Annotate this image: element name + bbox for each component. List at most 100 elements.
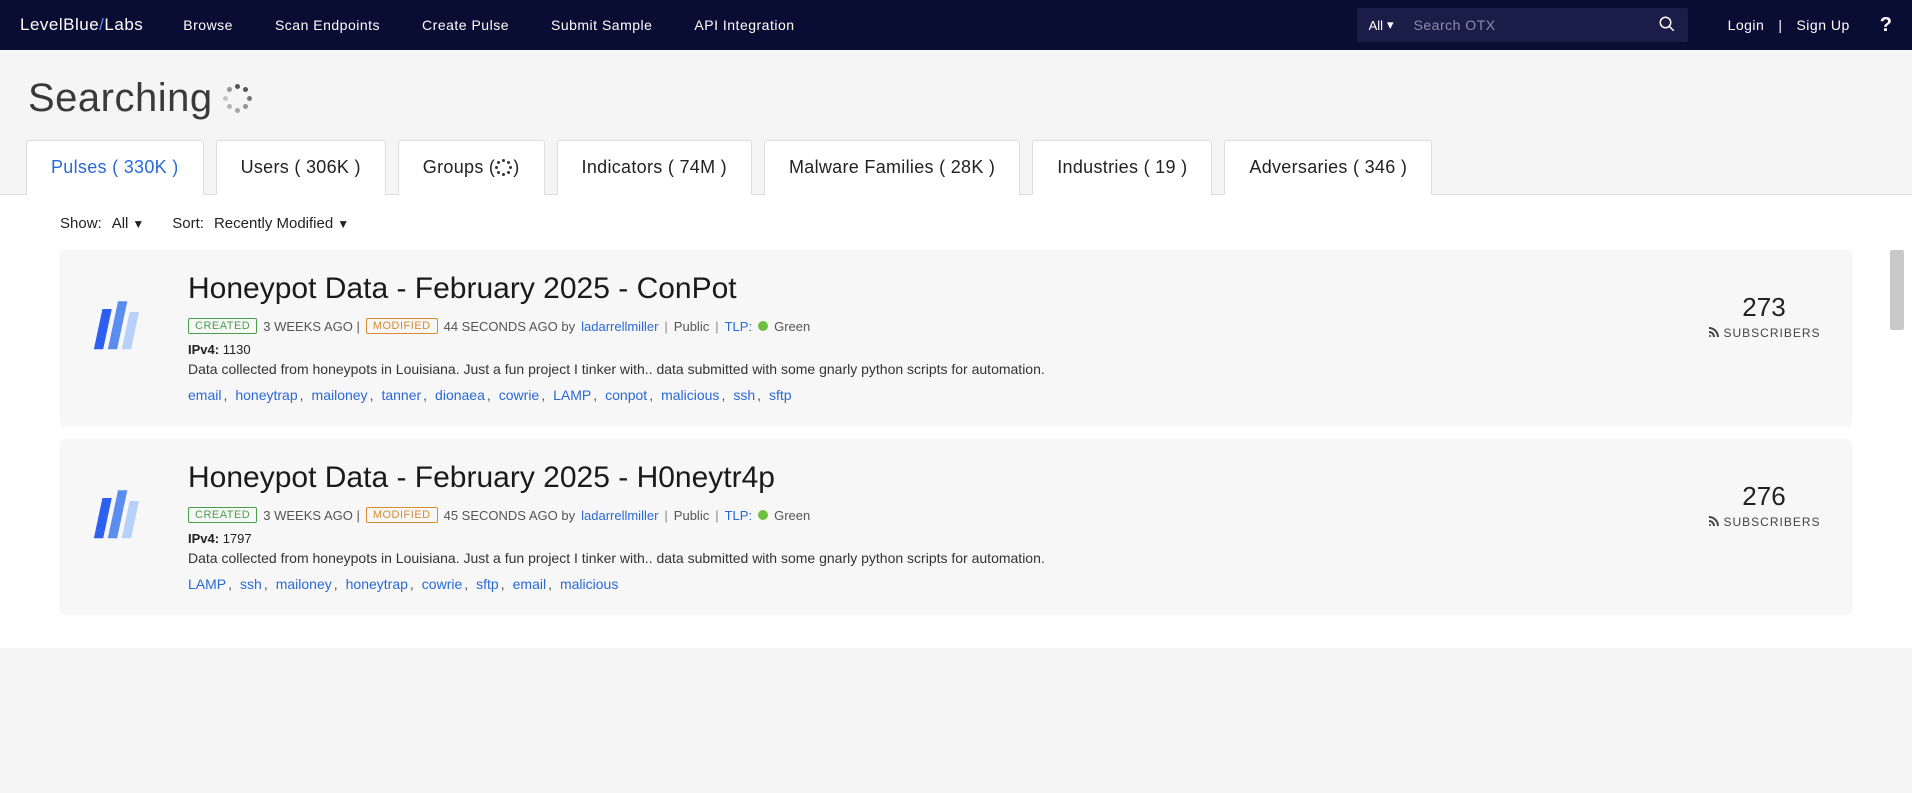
tag-list: LAMP, ssh, mailoney, honeytrap, cowrie, … — [188, 576, 1676, 592]
tab-groups[interactable]: Groups () — [398, 140, 545, 195]
modified-badge: MODIFIED — [366, 507, 438, 523]
subscriber-count: 276 — [1704, 481, 1824, 512]
tlp-label[interactable]: TLP: — [725, 508, 752, 523]
tag-separator: , — [548, 576, 552, 592]
tag-separator: , — [334, 576, 338, 592]
chevron-down-icon: ▼ — [337, 217, 349, 231]
subscriber-label[interactable]: SUBSCRIBERS — [1704, 325, 1824, 340]
auth-links: Login | Sign Up — [1728, 17, 1850, 33]
sort-label: Sort: — [172, 215, 204, 232]
auth-separator: | — [1778, 17, 1782, 33]
tag-separator: , — [593, 387, 597, 403]
tag-link[interactable]: email — [188, 387, 221, 403]
tag-link[interactable]: tanner — [381, 387, 421, 403]
tab-users[interactable]: Users ( 306K ) — [216, 140, 386, 195]
tag-separator: , — [223, 387, 227, 403]
pulse-card: Honeypot Data - February 2025 - ConPotCR… — [60, 250, 1852, 425]
meta-separator: | — [715, 319, 718, 334]
pulse-card: Honeypot Data - February 2025 - H0neytr4… — [60, 439, 1852, 614]
pulse-description: Data collected from honeypots in Louisia… — [188, 361, 1676, 377]
tag-separator: , — [649, 387, 653, 403]
nav-item-create-pulse[interactable]: Create Pulse — [422, 17, 509, 33]
visibility-label: Public — [674, 508, 709, 523]
author-link[interactable]: ladarrellmiller — [581, 508, 658, 523]
author-link[interactable]: ladarrellmiller — [581, 319, 658, 334]
rss-icon — [1707, 514, 1719, 529]
tag-link[interactable]: mailoney — [312, 387, 368, 403]
tag-link[interactable]: sftp — [476, 576, 499, 592]
tag-link[interactable]: malicious — [661, 387, 719, 403]
scrollbar-thumb[interactable] — [1890, 250, 1904, 330]
tab-indicators[interactable]: Indicators ( 74M ) — [557, 140, 752, 195]
loading-spinner-icon — [495, 159, 513, 177]
subscriber-box: 276 SUBSCRIBERS — [1704, 461, 1824, 592]
tlp-label[interactable]: TLP: — [725, 319, 752, 334]
subscriber-label[interactable]: SUBSCRIBERS — [1704, 514, 1824, 529]
meta-separator: | — [664, 508, 667, 523]
search-scope-label: All — [1369, 18, 1383, 33]
top-header: LevelBlue/Labs Browse Scan Endpoints Creat… — [0, 0, 1912, 50]
sort-value: Recently Modified — [214, 215, 333, 232]
nav-item-submit-sample[interactable]: Submit Sample — [551, 17, 652, 33]
tag-link[interactable]: cowrie — [422, 576, 462, 592]
tag-link[interactable]: sftp — [769, 387, 792, 403]
tag-separator: , — [264, 576, 268, 592]
login-link[interactable]: Login — [1728, 17, 1765, 33]
tab-adversaries[interactable]: Adversaries ( 346 ) — [1224, 140, 1432, 195]
show-dropdown[interactable]: All ▼ — [112, 215, 145, 232]
tag-separator: , — [721, 387, 725, 403]
logo[interactable]: LevelBlue/Labs — [20, 15, 143, 35]
help-icon[interactable]: ? — [1880, 14, 1892, 37]
sort-dropdown[interactable]: Recently Modified ▼ — [214, 215, 349, 232]
search-button[interactable] — [1646, 15, 1688, 36]
subscriber-count: 273 — [1704, 292, 1824, 323]
tag-separator: , — [370, 387, 374, 403]
pulse-description: Data collected from honeypots in Louisia… — [188, 550, 1676, 566]
tag-separator: , — [300, 387, 304, 403]
tag-separator: , — [501, 576, 505, 592]
tag-separator: , — [410, 576, 414, 592]
tag-link[interactable]: malicious — [560, 576, 618, 592]
card-body: Honeypot Data - February 2025 - H0neytr4… — [188, 461, 1676, 592]
main-nav: Browse Scan Endpoints Create Pulse Submit S… — [183, 17, 1356, 33]
author-avatar[interactable] — [88, 290, 160, 362]
meta-separator: | — [715, 508, 718, 523]
nav-item-api-integration[interactable]: API Integration — [694, 17, 794, 33]
pulse-title-link[interactable]: Honeypot Data - February 2025 - H0neytr4… — [188, 461, 1676, 495]
tab-malware-families[interactable]: Malware Families ( 28K ) — [764, 140, 1020, 195]
nav-item-scan-endpoints[interactable]: Scan Endpoints — [275, 17, 380, 33]
tag-link[interactable]: conpot — [605, 387, 647, 403]
card-body: Honeypot Data - February 2025 - ConPotCR… — [188, 272, 1676, 403]
show-label: Show: — [60, 215, 102, 232]
pulse-title-link[interactable]: Honeypot Data - February 2025 - ConPot — [188, 272, 1676, 306]
tag-link[interactable]: ssh — [240, 576, 262, 592]
tag-link[interactable]: mailoney — [276, 576, 332, 592]
page-title: Searching — [28, 76, 213, 121]
tag-link[interactable]: honeytrap — [235, 387, 297, 403]
tab-pulses[interactable]: Pulses ( 330K ) — [26, 140, 204, 195]
tlp-color: Green — [774, 508, 810, 523]
tag-separator: , — [464, 576, 468, 592]
subscriber-box: 273 SUBSCRIBERS — [1704, 272, 1824, 403]
tag-link[interactable]: dionaea — [435, 387, 485, 403]
search-input[interactable] — [1406, 17, 1646, 33]
tlp-color: Green — [774, 319, 810, 334]
tag-link[interactable]: LAMP — [553, 387, 591, 403]
nav-item-browse[interactable]: Browse — [183, 17, 233, 33]
tag-link[interactable]: cowrie — [499, 387, 539, 403]
signup-link[interactable]: Sign Up — [1796, 17, 1849, 33]
tab-industries[interactable]: Industries ( 19 ) — [1032, 140, 1212, 195]
tag-link[interactable]: email — [513, 576, 546, 592]
modified-ago: 45 SECONDS AGO by — [444, 508, 576, 523]
caret-down-icon: ▾ — [1387, 17, 1394, 33]
tag-link[interactable]: LAMP — [188, 576, 226, 592]
search-scope-dropdown[interactable]: All ▾ — [1357, 17, 1406, 33]
created-ago: 3 WEEKS AGO | — [263, 319, 360, 334]
modified-badge: MODIFIED — [366, 318, 438, 334]
tag-link[interactable]: honeytrap — [346, 576, 408, 592]
logo-prefix: LevelBlue — [20, 15, 99, 34]
author-avatar[interactable] — [88, 479, 160, 551]
content-area: Show: All ▼ Sort: Recently Modified ▼ Ho… — [0, 195, 1912, 648]
tag-link[interactable]: ssh — [733, 387, 755, 403]
loading-spinner-icon — [223, 84, 253, 114]
